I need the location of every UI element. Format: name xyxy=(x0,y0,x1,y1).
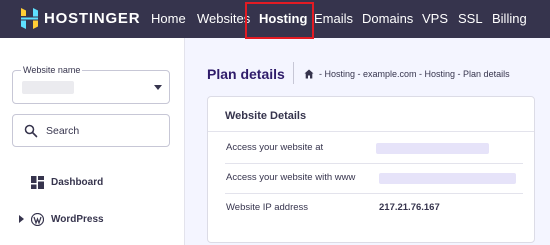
dashboard-icon xyxy=(31,175,44,189)
ip-address-value: 217.21.76.167 xyxy=(379,202,440,213)
detail-row-ip-address: Website IP address 217.21.76.167 xyxy=(225,194,523,224)
nav-emails[interactable]: Emails xyxy=(314,11,353,26)
main-content: Plan details - Hosting - example.com - H… xyxy=(186,38,550,245)
nav-websites[interactable]: Websites xyxy=(197,11,250,26)
website-name-value xyxy=(22,81,74,94)
sidebar-item-wordpress[interactable]: WordPress xyxy=(12,210,104,228)
hostinger-logo-icon xyxy=(21,7,38,29)
website-details-card: Website Details Access your website at A… xyxy=(207,96,535,243)
detail-value-redacted[interactable] xyxy=(379,173,516,184)
detail-label: Website IP address xyxy=(226,202,309,213)
sidebar-item-label: WordPress xyxy=(51,213,104,225)
active-nav-highlight xyxy=(245,2,314,39)
detail-value-redacted[interactable] xyxy=(376,143,489,154)
search-icon xyxy=(24,124,38,138)
breadcrumb-trail[interactable]: - Hosting - example.com - Hosting - Plan… xyxy=(319,68,510,80)
nav-home[interactable]: Home xyxy=(151,11,186,26)
hostinger-logo[interactable]: HOSTINGER xyxy=(21,7,140,29)
title-divider xyxy=(293,62,294,84)
nav-billing[interactable]: Billing xyxy=(492,11,527,26)
divider xyxy=(208,131,534,132)
sidebar-search[interactable]: Search xyxy=(12,114,170,147)
website-name-label: Website name xyxy=(21,64,83,76)
chevron-down-icon[interactable] xyxy=(154,85,162,90)
top-navbar: HOSTINGER Home Websites Hosting Emails D… xyxy=(0,0,550,39)
home-icon[interactable] xyxy=(304,69,314,79)
card-title: Website Details xyxy=(225,110,307,122)
detail-label: Access your website at xyxy=(226,142,324,153)
chevron-right-icon[interactable] xyxy=(19,215,24,223)
breadcrumb: - Hosting - example.com - Hosting - Plan… xyxy=(304,68,510,80)
page-title: Plan details xyxy=(207,66,285,82)
nav-ssl[interactable]: SSL xyxy=(458,11,483,26)
sidebar-item-dashboard[interactable]: Dashboard xyxy=(12,173,103,191)
website-name-select[interactable]: Website name xyxy=(12,64,170,104)
wordpress-icon xyxy=(30,212,45,226)
detail-row-website-www: Access your website with www xyxy=(225,164,523,194)
sidebar: Website name Search Dashboard WordPress xyxy=(0,38,185,245)
detail-row-website-url: Access your website at xyxy=(225,134,523,164)
sidebar-item-label: Dashboard xyxy=(51,176,104,188)
search-placeholder: Search xyxy=(46,125,80,137)
nav-domains[interactable]: Domains xyxy=(362,11,413,26)
detail-label: Access your website with www xyxy=(226,172,356,183)
nav-vps[interactable]: VPS xyxy=(422,11,448,26)
brand-name: HOSTINGER xyxy=(44,9,141,27)
